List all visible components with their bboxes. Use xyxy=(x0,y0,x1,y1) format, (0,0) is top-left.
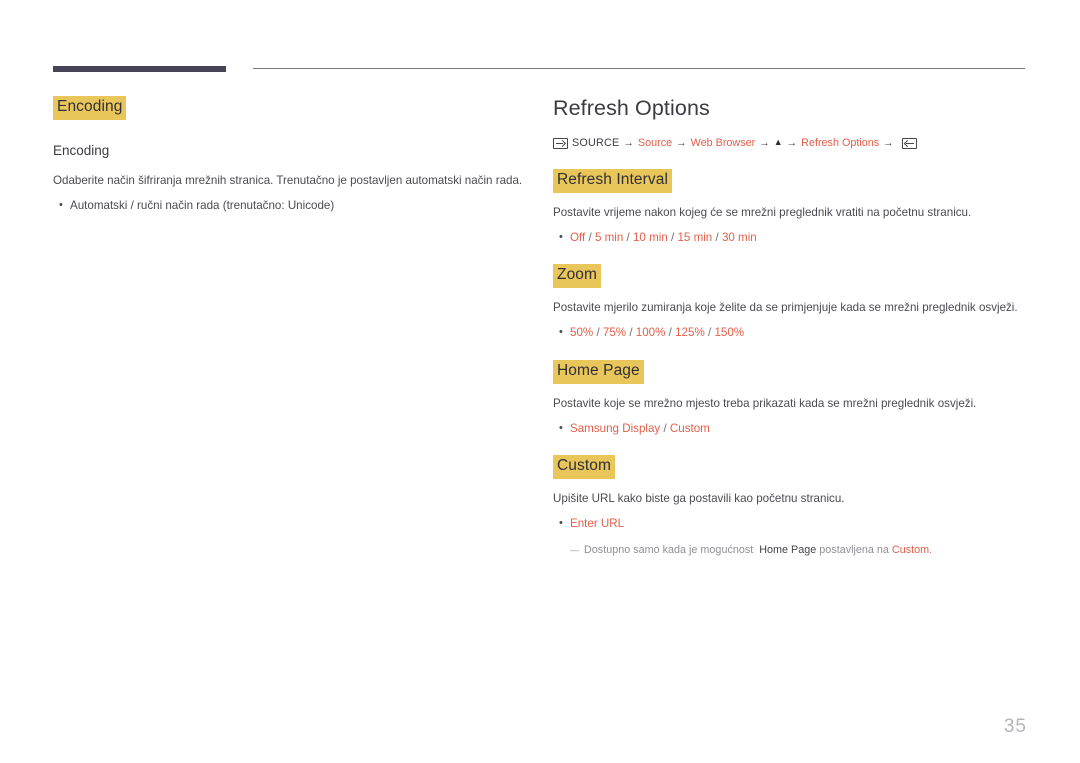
option-list-refresh-interval: Off / 5 min / 10 min / 15 min / 30 min xyxy=(553,230,1028,247)
option-value[interactable]: 75% xyxy=(603,326,626,339)
page-title: Refresh Options xyxy=(553,96,710,120)
section-heading-refresh-interval: Refresh Interval xyxy=(553,168,673,193)
section-heading-zoom: Zoom xyxy=(553,264,602,289)
option-list-custom: Enter URL xyxy=(553,516,1028,533)
triangle-up-icon: ▲ xyxy=(773,136,783,147)
footnote-emphasis-home-page: Home Page xyxy=(759,543,817,556)
left-section-heading: Encoding xyxy=(53,96,127,120)
option-value[interactable]: Off xyxy=(570,231,585,244)
option-value[interactable]: 50% xyxy=(570,326,593,339)
option-values-home-page: Samsung Display / Custom xyxy=(570,421,710,435)
option-value[interactable]: 5 min xyxy=(595,231,623,244)
header-rule-thick xyxy=(53,66,226,72)
option-values-zoom: 50% / 75% / 100% / 125% / 150% xyxy=(570,326,745,340)
section-description-zoom: Postavite mjerilo zumiranja koje želite … xyxy=(553,301,1018,315)
breadcrumb-arrow-icon: → xyxy=(786,137,798,150)
section-description-refresh-interval: Postavite vrijeme nakon kojeg će se mrež… xyxy=(553,205,972,219)
option-values-refresh-interval: Off / 5 min / 10 min / 15 min / 30 min xyxy=(570,230,757,244)
left-bullet-text: Automatski / ručni način rada (trenutačn… xyxy=(70,199,335,213)
breadcrumb: SOURCE → Source → Web Browser → ▲ → Refr… xyxy=(553,136,1028,150)
footnote-suffix: . xyxy=(929,543,933,556)
breadcrumb-source-label: SOURCE xyxy=(572,136,620,149)
left-bullet-item: Automatski / ručni način rada (trenutačn… xyxy=(53,198,523,215)
enter-key-icon xyxy=(901,137,917,149)
breadcrumb-item-source[interactable]: Source xyxy=(638,138,672,149)
footnote-dash-icon xyxy=(570,543,584,559)
option-value[interactable]: Samsung Display xyxy=(570,422,660,435)
source-input-icon xyxy=(553,137,568,149)
option-value[interactable]: Custom xyxy=(670,422,710,435)
bullet-dot-icon xyxy=(53,198,70,214)
breadcrumb-item-refresh-options[interactable]: Refresh Options xyxy=(801,138,879,149)
left-sub-heading: Encoding xyxy=(53,142,110,158)
option-value[interactable]: 100% xyxy=(636,326,666,339)
left-column: Encoding Encoding Odaberite način šifrir… xyxy=(53,96,523,215)
left-description: Odaberite način šifriranja mrežnih stran… xyxy=(53,174,523,188)
bullet-dot-icon xyxy=(553,230,570,246)
section-description-home-page: Postavite koje se mrežno mjesto treba pr… xyxy=(553,396,977,410)
bullet-dot-icon xyxy=(553,325,570,341)
option-value[interactable]: 15 min xyxy=(677,231,712,244)
option-value[interactable]: 10 min xyxy=(633,231,668,244)
right-column: Refresh Options SOURCE → Source → Web Br… xyxy=(553,96,1028,559)
option-value[interactable]: 30 min xyxy=(722,231,757,244)
option-list-home-page: Samsung Display / Custom xyxy=(553,421,1028,438)
footnote-middle: postavljena na xyxy=(819,543,889,556)
page-number: 35 xyxy=(1003,716,1027,737)
option-value[interactable]: 125% xyxy=(675,326,705,339)
section-description-custom: Upišite URL kako biste ga postavili kao … xyxy=(553,492,845,506)
section-heading-custom: Custom xyxy=(553,455,616,480)
breadcrumb-arrow-icon: → xyxy=(623,137,634,150)
option-value[interactable]: Enter URL xyxy=(570,517,624,530)
footnote-text: Dostupno samo kada je mogućnost Home Pag… xyxy=(584,543,932,559)
footnote: Dostupno samo kada je mogućnost Home Pag… xyxy=(553,543,1028,559)
breadcrumb-arrow-icon: → xyxy=(676,137,687,150)
footnote-prefix: Dostupno samo kada je mogućnost xyxy=(584,543,754,556)
breadcrumb-arrow-icon: → xyxy=(759,137,770,150)
option-list-zoom: 50% / 75% / 100% / 125% / 150% xyxy=(553,325,1028,342)
option-value[interactable]: 150% xyxy=(714,326,744,339)
header-rule-thin xyxy=(253,68,1025,69)
bullet-dot-icon xyxy=(553,516,570,532)
breadcrumb-item-web-browser[interactable]: Web Browser xyxy=(691,138,756,149)
option-values-custom: Enter URL xyxy=(570,516,624,533)
bullet-dot-icon xyxy=(553,421,570,437)
section-heading-home-page: Home Page xyxy=(553,359,644,384)
breadcrumb-arrow-icon: → xyxy=(883,137,894,150)
footnote-emphasis-custom: Custom xyxy=(891,543,930,556)
